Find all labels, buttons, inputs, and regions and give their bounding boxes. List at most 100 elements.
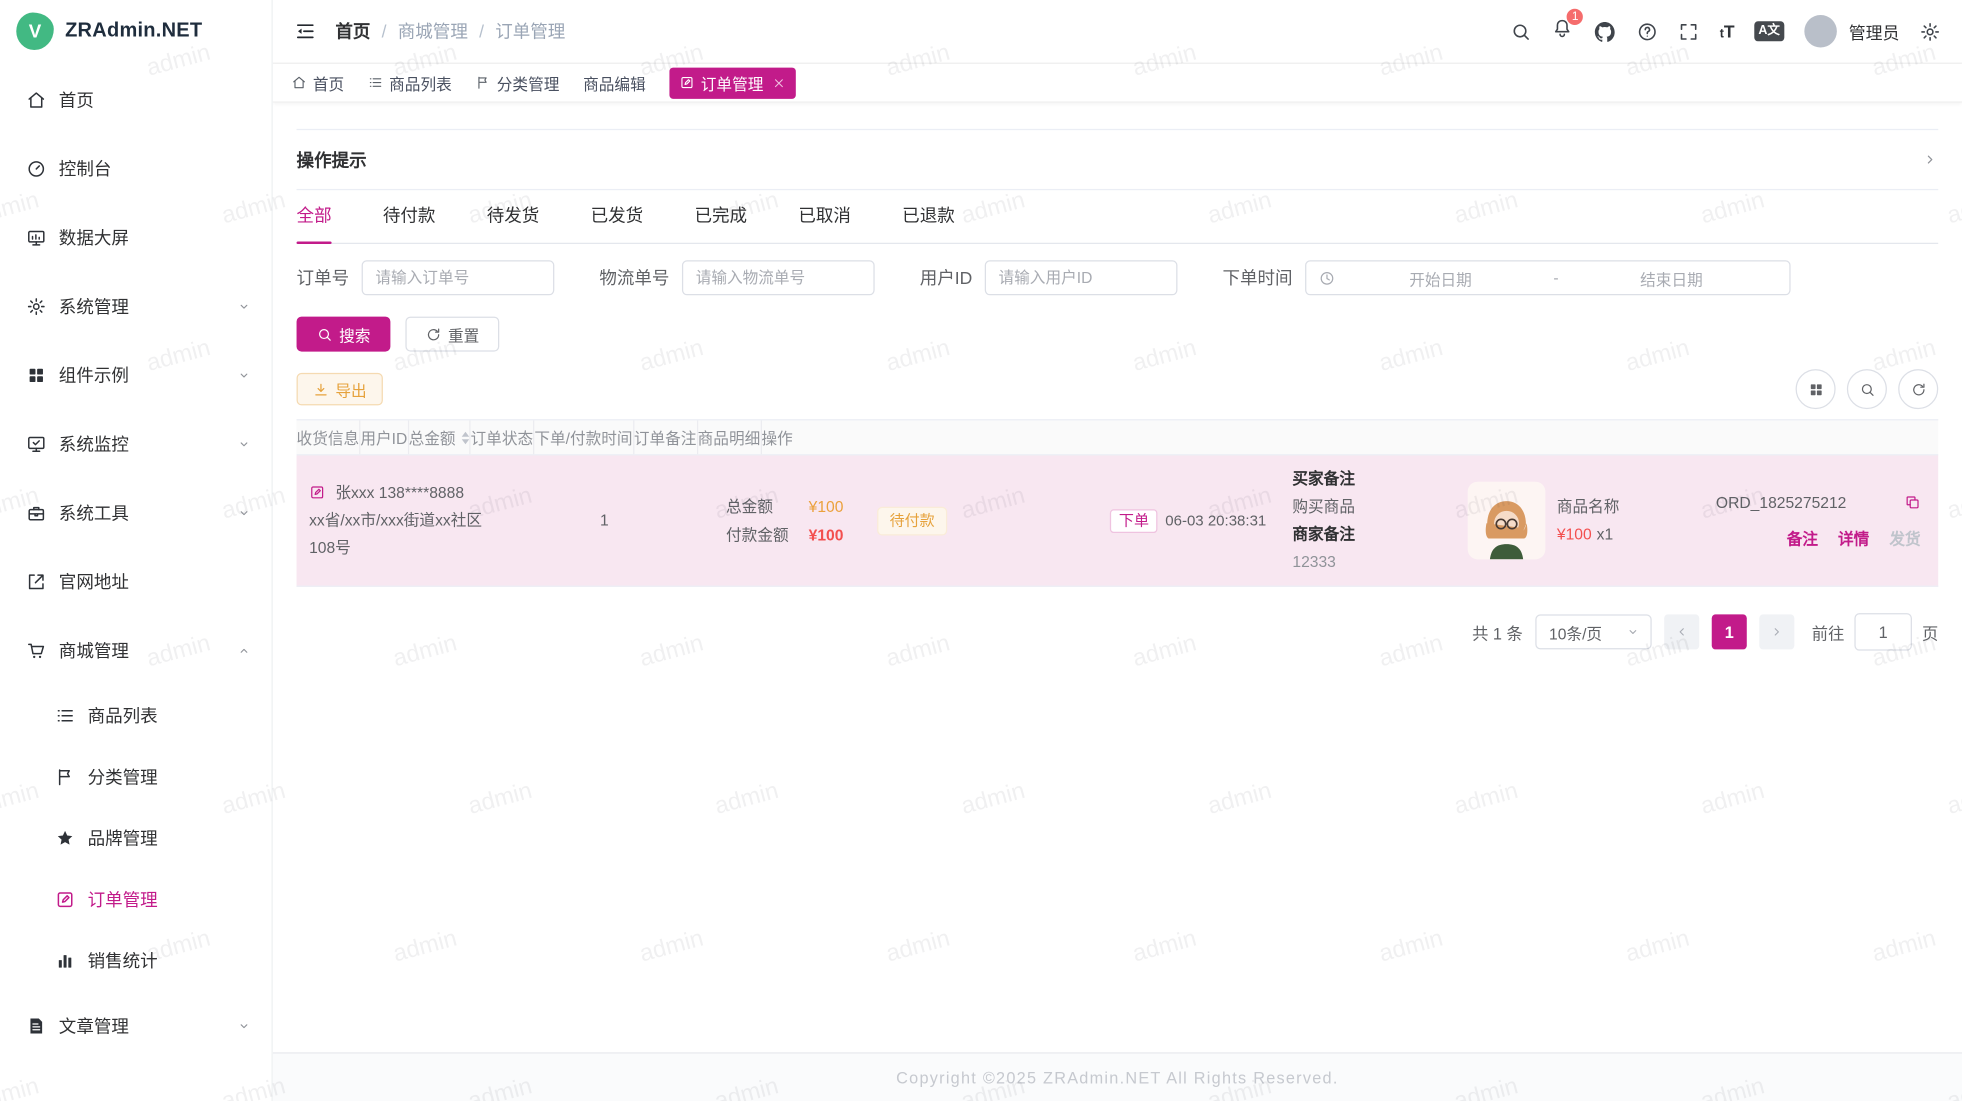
orders-table: 收货信息 用户ID 总金额 订单状态 下单/付款时间 [297,419,1939,587]
chevron-down-icon [236,436,251,451]
page-size-select[interactable]: 10条/页 [1535,614,1651,649]
close-icon[interactable] [772,76,786,90]
user-name[interactable]: 管理员 [1849,19,1900,44]
show-search-button[interactable] [1847,369,1887,409]
sidebar-item[interactable]: 分类管理 [0,753,272,799]
refresh-table-button[interactable] [1898,369,1938,409]
order-no-input[interactable] [362,260,555,295]
breadcrumb-item[interactable]: 商城管理 [398,19,495,44]
table-column-header[interactable]: 下单/付款时间 [534,420,633,454]
sidebar-item[interactable]: 首页 [0,73,272,127]
sidebar-item[interactable]: 销售统计 [0,937,272,983]
search-button[interactable]: 搜索 [297,317,391,352]
sidebar-item[interactable]: 数据大屏 [0,210,272,264]
settings-gear-icon[interactable] [1919,21,1940,42]
sidebar-collapse-icon[interactable] [294,20,317,43]
sidebar-item[interactable]: 商城管理 [0,623,272,677]
fullscreen-icon[interactable] [1678,21,1699,42]
goto-page-input[interactable] [1854,613,1912,651]
breadcrumb: 首页商城管理订单管理 [335,19,565,44]
language-icon[interactable]: A文 [1755,21,1784,41]
ship-link[interactable]: 发货 [1889,525,1920,553]
export-button[interactable]: 导出 [297,373,383,406]
amount-cell: 总金额 ¥100 付款金额 ¥100 [714,482,865,558]
total-amount: ¥100 [809,492,844,520]
tag-item[interactable]: 首页 [292,71,345,95]
reset-button[interactable]: 重置 [405,317,499,352]
tag-item[interactable]: 商品编辑 [583,71,646,95]
table-column-header[interactable]: 操作 [761,420,792,454]
table-column-header[interactable]: 订单状态 [471,420,535,454]
clock-icon [1319,270,1335,286]
sidebar-item[interactable]: 商品列表 [0,692,272,738]
shipping-no-input[interactable] [682,260,875,295]
chevron-right-icon [1769,624,1784,639]
table-row[interactable]: 张xxx 138****8888 xx省/xx市/xxx街道xx社区108号 1… [297,455,1939,586]
status-tab[interactable]: 已取消 [798,203,851,243]
app-logo[interactable]: V ZRAdmin.NET [0,0,272,63]
detail-link[interactable]: 详情 [1838,525,1869,553]
status-tab[interactable]: 已完成 [694,203,747,243]
breadcrumb-item[interactable]: 首页 [335,19,397,44]
date-separator: - [1546,269,1566,287]
sidebar-item[interactable]: 系统监控 [0,417,272,471]
next-page-button[interactable] [1759,614,1794,649]
sidebar-item[interactable]: 系统工具 [0,485,272,539]
sidebar-item[interactable]: 组件示例 [0,348,272,402]
table-column-header[interactable]: 收货信息 [297,420,361,454]
copy-icon[interactable] [1904,494,1920,510]
order-time-label: 下单时间 [1222,265,1292,290]
paid-amount: ¥100 [809,521,844,549]
current-page-button[interactable]: 1 [1712,614,1747,649]
status-tab[interactable]: 待发货 [487,203,540,243]
sidebar-menu: 首页 控制台 数据大屏 系统管理 组件示例 [0,63,272,1101]
sidebar-item[interactable]: 系统管理 [0,279,272,333]
date-start-placeholder: 开始日期 [1335,266,1546,290]
tag-item[interactable]: 订单管理 [670,67,796,98]
columns-setting-button[interactable] [1796,369,1836,409]
help-icon[interactable] [1637,21,1658,42]
status-tabs: 全部 待付款 待发货 已发货 已完成 已取消 已退款 [297,190,1939,244]
status-tab[interactable]: 已发货 [591,203,644,243]
status-tab[interactable]: 全部 [297,203,332,243]
list-icon [55,705,75,725]
chevron-down-icon [236,298,251,313]
status-tab[interactable]: 待付款 [383,203,436,243]
edit-receiver-icon[interactable] [309,484,325,500]
prev-page-button[interactable] [1664,614,1699,649]
product-cell: 商品名称 ¥100x1 [1456,472,1704,570]
font-size-icon[interactable]: tT [1720,22,1735,41]
search-icon[interactable] [1511,21,1532,42]
tag-item[interactable]: 商品列表 [368,71,452,95]
external-link-icon [26,571,46,591]
github-icon[interactable] [1593,19,1617,43]
product-qty: x1 [1597,526,1614,544]
sidebar-item[interactable]: 订单管理 [0,876,272,922]
sidebar-item[interactable]: 控制台 [0,141,272,195]
note-link[interactable]: 备注 [1787,525,1818,553]
notification-badge: 1 [1566,8,1585,27]
status-tab[interactable]: 已退款 [902,203,955,243]
sort-carets[interactable] [462,431,470,444]
user-id-input[interactable] [985,260,1178,295]
table-column-header[interactable]: 用户ID [360,420,408,454]
receiver-cell: 张xxx 138****8888 xx省/xx市/xxx街道xx社区108号 [297,469,496,572]
chevron-up-icon [236,643,251,658]
sidebar-item[interactable]: 官网地址 [0,554,272,608]
document-icon [26,1015,46,1035]
remark-cell: 买家备注 购买商品 商家备注 12333 [1280,455,1456,585]
tips-collapse[interactable]: 操作提示 [297,129,1939,190]
actions-cell: ORD_1825275212 备注 详情 发货 [1703,479,1938,563]
sidebar-item[interactable]: 品牌管理 [0,815,272,861]
bar-chart-icon [55,950,75,970]
date-range-picker[interactable]: 开始日期 - 结束日期 [1305,260,1790,295]
table-column-header[interactable]: 总金额 [409,420,471,454]
avatar[interactable] [1804,15,1837,48]
breadcrumb-item[interactable]: 订单管理 [495,19,565,44]
monitor-icon [26,434,46,454]
sidebar-item[interactable]: 文章管理 [0,999,272,1053]
table-column-header[interactable]: 订单备注 [634,420,698,454]
tag-item[interactable]: 分类管理 [476,71,560,95]
notifications-button[interactable]: 1 [1552,18,1573,46]
table-column-header[interactable]: 商品明细 [698,420,762,454]
